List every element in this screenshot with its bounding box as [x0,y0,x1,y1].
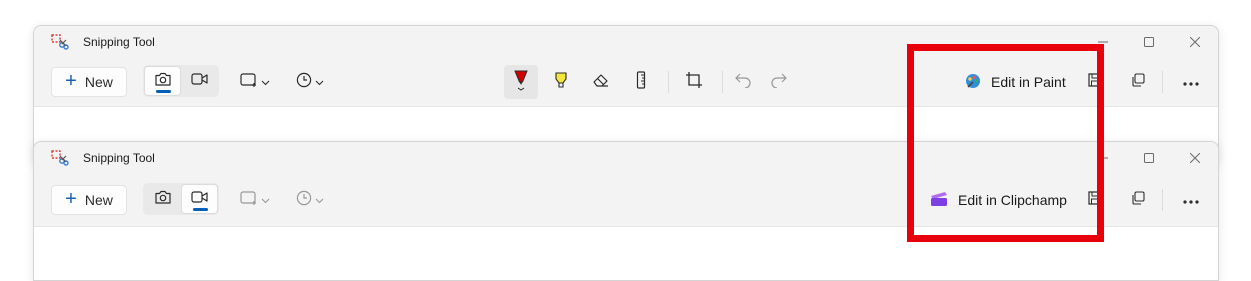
maximize-icon[interactable] [1126,31,1172,53]
camera-icon [154,190,171,209]
timer-dropdown[interactable] [296,185,324,215]
highlighter-button[interactable] [544,65,578,99]
redo-icon [770,72,788,93]
snip-mode-dropdown[interactable] [240,67,270,97]
chevron-down-icon [315,191,324,209]
copy-icon [1131,190,1145,210]
more-options-button[interactable] [1174,183,1208,217]
copy-button[interactable] [1121,183,1155,217]
timer-dropdown[interactable] [296,67,324,97]
video-icon [191,190,208,208]
redo-button[interactable] [762,65,796,99]
new-button-label: New [84,192,113,208]
snip-mode-icon [240,72,258,93]
copy-icon [1131,72,1145,92]
ballpoint-pen-button[interactable] [504,65,538,99]
eraser-icon [592,72,610,93]
plus-icon: + [65,70,77,92]
snip-mode-icon [240,190,258,211]
plus-icon: + [65,188,77,210]
screenshot-mode-button[interactable] [144,66,181,96]
snipping-tool-icon [51,34,69,50]
copy-button[interactable] [1121,65,1155,99]
capture-mode-toggle [143,183,219,215]
highlighter-icon [553,71,569,94]
chevron-down-icon [315,73,324,91]
new-button[interactable]: + New [51,67,127,97]
video-icon [191,72,208,90]
crop-icon [685,71,703,94]
ruler-button[interactable] [624,65,658,99]
close-icon[interactable] [1172,147,1218,169]
more-icon [1183,73,1199,91]
maximize-icon[interactable] [1126,147,1172,169]
close-icon[interactable] [1172,31,1218,53]
capture-mode-toggle [143,65,219,97]
video-mode-button[interactable] [181,66,218,96]
timer-icon [296,72,312,93]
new-button[interactable]: + New [51,185,127,215]
undo-icon [734,72,752,93]
screenshot-mode-button[interactable] [144,184,181,214]
crop-button[interactable] [677,65,711,99]
chevron-down-icon [261,73,270,91]
toolbar-divider [1162,189,1163,211]
ballpoint-pen-icon [513,69,529,96]
snip-mode-dropdown[interactable] [240,185,270,215]
toolbar-divider [1162,71,1163,93]
window-title: Snipping Tool [83,151,155,165]
timer-icon [296,190,312,211]
undo-button[interactable] [726,65,760,99]
window-title: Snipping Tool [83,35,155,49]
more-options-button[interactable] [1174,65,1208,99]
eraser-button[interactable] [584,65,618,99]
new-button-label: New [84,74,113,90]
video-mode-button[interactable] [181,184,218,214]
camera-icon [154,72,171,91]
chevron-down-icon [261,191,270,209]
toolbar-divider [668,71,669,93]
highlight-annotation-box [907,44,1104,242]
snipping-tool-icon [51,150,69,166]
ruler-icon [636,70,646,94]
toolbar-divider [722,71,723,93]
more-icon [1183,191,1199,209]
